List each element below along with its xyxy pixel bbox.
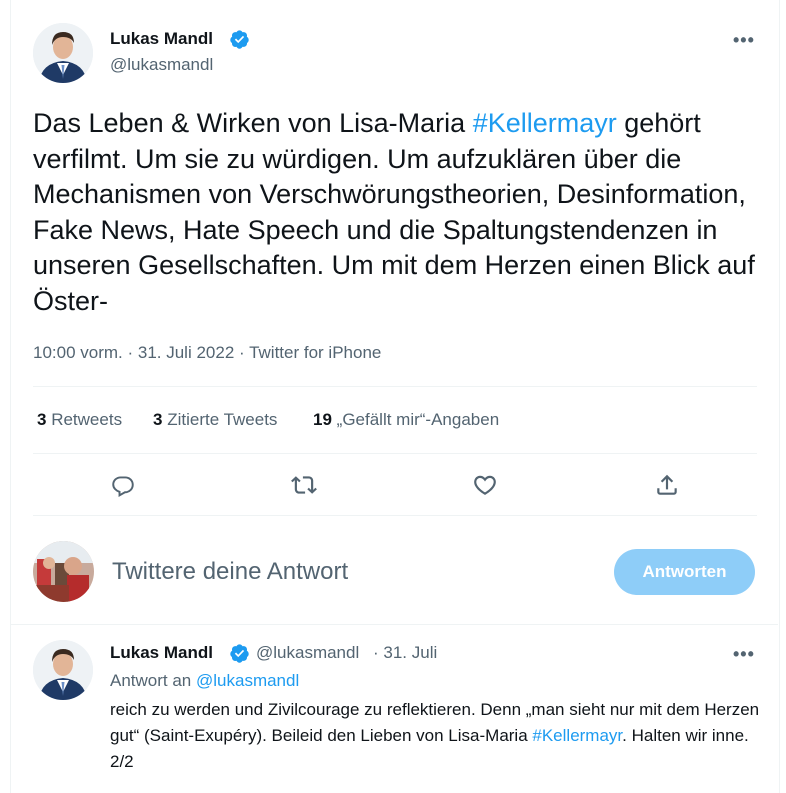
tweet-timestamp[interactable]: 10:00 vorm. · 31. Juli 2022 · Twitter fo… (33, 343, 381, 363)
likes-count: 19 (313, 410, 332, 429)
author-avatar[interactable] (33, 23, 93, 83)
like-icon[interactable] (472, 472, 498, 503)
reply-icon[interactable] (110, 472, 136, 503)
more-options-icon[interactable]: ••• (733, 30, 755, 51)
replying-to-prefix: Antwort an (110, 671, 196, 690)
tweet-text-end: gehört verfilmt. Um sie zu würdigen. Um … (33, 108, 755, 316)
reply-input[interactable]: Twittere deine Antwort (112, 558, 348, 586)
share-icon[interactable] (654, 472, 680, 503)
author-handle[interactable]: @lukasmandl (110, 55, 213, 75)
replying-to: Antwort an @lukasmandl (110, 671, 299, 691)
likes-label: „Gefällt mir“-Angaben (336, 410, 500, 429)
divider (33, 386, 757, 387)
reply-author-avatar[interactable] (33, 640, 93, 700)
divider (33, 515, 757, 516)
likes-stat[interactable]: 19 „Gefällt mir“-Angaben (313, 410, 499, 430)
hashtag-link[interactable]: #Kellermayr (473, 108, 617, 138)
reply-tweet-text: reich zu werden und Zivilcourage zu refl… (110, 697, 760, 775)
reply-date[interactable]: · 31. Juli (373, 643, 437, 663)
author-name[interactable]: Lukas Mandl (110, 29, 213, 49)
tweet-text: Das Leben & Wirken von Lisa-Maria #Kelle… (33, 106, 763, 319)
quotes-count: 3 (153, 410, 163, 429)
verified-badge-icon (229, 29, 250, 55)
retweets-label: Retweets (51, 410, 123, 429)
hashtag-link[interactable]: #Kellermayr (532, 726, 622, 745)
retweets-stat[interactable]: 3 Retweets (37, 410, 122, 430)
quotes-label: Zitierte Tweets (167, 410, 278, 429)
reply-author-name[interactable]: Lukas Mandl (110, 643, 213, 663)
retweet-icon[interactable] (291, 472, 317, 503)
verified-badge-icon (229, 643, 250, 669)
quotes-stat[interactable]: 3 Zitierte Tweets (153, 410, 277, 430)
replying-to-handle[interactable]: @lukasmandl (196, 671, 299, 690)
tweet-text-start: Das Leben & Wirken von Lisa-Maria (33, 108, 473, 138)
divider (10, 624, 778, 625)
divider (33, 453, 757, 454)
reply-author-handle[interactable]: @lukasmandl (256, 643, 359, 663)
user-avatar[interactable] (33, 541, 94, 602)
retweets-count: 3 (37, 410, 47, 429)
reply-submit-button[interactable]: Antworten (614, 549, 755, 595)
more-options-icon[interactable]: ••• (733, 644, 755, 665)
